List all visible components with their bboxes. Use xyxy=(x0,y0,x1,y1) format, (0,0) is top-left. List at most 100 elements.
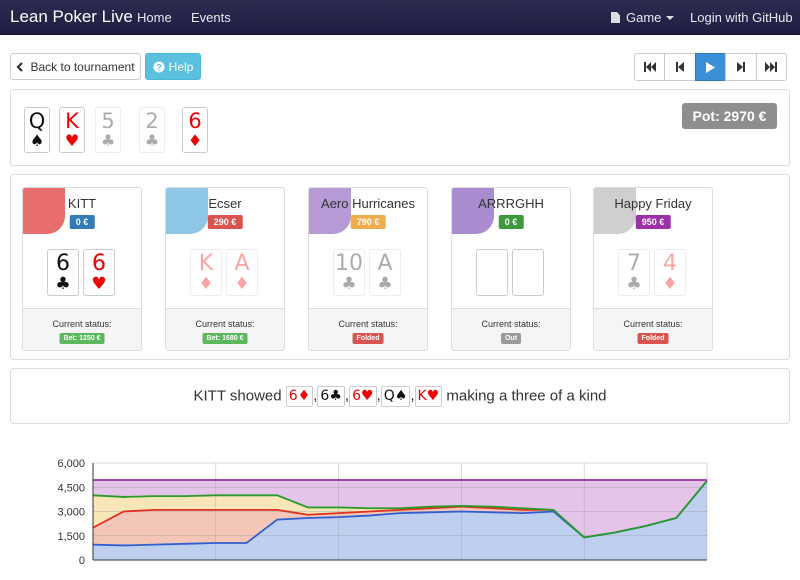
showdown-card: 6♦ xyxy=(285,386,314,407)
hole-card: A ♦ xyxy=(226,249,258,296)
board-panel: Q ♠ K ♥ 5 ♣ 2 ♣ 6 ♦ Pot: 2970 € xyxy=(10,89,790,166)
svg-text:?: ? xyxy=(156,62,162,72)
card-rank: K xyxy=(417,388,427,404)
nav-events[interactable]: Events xyxy=(191,10,231,25)
player-name: ARRRGHH xyxy=(478,196,544,211)
card-suit: ♦ xyxy=(662,274,678,294)
player-status-footer: Current status: Bet: 1680 € xyxy=(166,308,284,350)
card-suit: ♥ xyxy=(91,274,107,294)
player-avatar xyxy=(309,188,351,234)
player-name: Aero Hurricanes xyxy=(321,196,415,211)
card-rank: 2 xyxy=(145,109,159,133)
step-forward-icon xyxy=(736,62,745,72)
chip-stack-chart: 0 1,500 3,000 4,500 6,000 xyxy=(57,458,708,567)
help-button[interactable]: ? Help xyxy=(145,53,201,80)
card-rank: K xyxy=(198,251,214,276)
separator: , xyxy=(410,387,415,405)
card-rank: A xyxy=(377,251,393,276)
back-to-tournament-button[interactable]: Back to tournament xyxy=(10,53,141,80)
hole-card: 6 ♥ xyxy=(83,249,115,296)
card-rank: 6 xyxy=(188,109,202,133)
brand-link[interactable]: Lean Poker Live xyxy=(10,7,133,27)
card-suit: ♦ xyxy=(187,131,203,150)
nav-home[interactable]: Home xyxy=(137,10,172,25)
nav-login[interactable]: Login with GitHub xyxy=(690,10,793,25)
player-box: Ecser 290 € K ♦ A ♦ Current status: Bet: 1680 € xyxy=(165,187,285,351)
showdown-cards: 6♦, 6♣, 6♥, Q♠, K♥ xyxy=(285,386,443,407)
card-rank: Q xyxy=(28,109,46,133)
status-label: Current status: xyxy=(481,319,541,329)
player-avatar xyxy=(594,188,636,234)
chevron-left-icon xyxy=(16,61,24,72)
card-rank: 6 xyxy=(288,388,298,404)
card-rank: 6 xyxy=(320,388,330,404)
card-rank: 7 xyxy=(627,251,641,276)
player-stack-badge: 290 € xyxy=(207,215,243,229)
showdown-result: making a three of a kind xyxy=(446,387,607,405)
board-card: Q ♠ xyxy=(24,107,50,153)
player-avatar xyxy=(166,188,208,234)
card-suit: ♥ xyxy=(426,388,440,404)
player-status-footer: Current status: Bet: 1250 € xyxy=(23,308,141,350)
card-suit: ♣ xyxy=(329,388,342,404)
player-box: Happy Friday 950 €7 ♣ 4 ♦ Current status: Fold… xyxy=(593,187,713,351)
prev-step-button[interactable] xyxy=(664,53,696,81)
first-step-button[interactable] xyxy=(634,53,666,81)
status-label: Current status: xyxy=(195,319,255,329)
showdown-verb: showed xyxy=(229,387,282,405)
status-label: Current status: xyxy=(338,319,398,329)
navbar: Lean Poker Live Home Events Game Login w… xyxy=(0,0,800,35)
fast-backward-icon xyxy=(643,62,656,72)
playback-controls xyxy=(634,53,791,81)
y-tick-label: 4,500 xyxy=(57,482,85,494)
hidden-card xyxy=(512,249,544,296)
hole-card: 4 ♦ xyxy=(654,249,686,296)
nav-game-dropdown[interactable]: Game xyxy=(611,10,675,25)
player-avatar xyxy=(452,188,494,234)
player-box: KITT 0 €6 ♣ 6 ♥ Current status: Bet: 1250 € xyxy=(22,187,142,351)
showdown-panel: KITT showed 6♦, 6♣, 6♥, Q♠, K♥ making a thre… xyxy=(10,368,790,424)
hidden-card xyxy=(476,249,508,296)
player-stack-badge: 0 € xyxy=(498,215,524,229)
card-rank: 5 xyxy=(101,109,115,133)
card-suit: ♣ xyxy=(341,274,357,294)
nav-game-label: Game xyxy=(626,10,662,25)
card-suit: ♦ xyxy=(198,274,214,294)
last-step-button[interactable] xyxy=(755,53,787,81)
card-suit: ♣ xyxy=(144,131,160,150)
card-suit: ♥ xyxy=(361,388,374,404)
showdown-card: 6♣ xyxy=(317,386,345,407)
status-label: Current status: xyxy=(623,319,683,329)
card-rank: 6 xyxy=(56,251,70,276)
hole-card: K ♦ xyxy=(190,249,222,296)
player-avatar xyxy=(23,188,65,234)
hole-card: 10 ♣ xyxy=(333,249,365,296)
player-stack-badge: 0 € xyxy=(69,215,95,229)
play-button[interactable] xyxy=(694,53,727,81)
card-rank: 4 xyxy=(663,251,677,276)
status-badge: Folded xyxy=(637,333,669,344)
player-status-footer: Current status: Folded xyxy=(309,308,427,350)
card-suit: ♣ xyxy=(100,131,116,150)
player-name: Ecser xyxy=(208,196,242,211)
card-suit: ♦ xyxy=(234,274,250,294)
next-step-button[interactable] xyxy=(725,53,757,81)
pot-badge: Pot: 2970 € xyxy=(682,103,777,129)
player-status-footer: Current status: Out xyxy=(452,308,570,350)
showdown-card: Q♠ xyxy=(380,386,411,407)
card-rank: 6 xyxy=(92,251,106,276)
card-suit: ♠ xyxy=(29,131,45,150)
card-suit: ♣ xyxy=(626,274,642,294)
status-label: Current status: xyxy=(52,319,112,329)
player-box: ARRRGHH 0 € Current status: Out xyxy=(451,187,571,351)
y-tick-label: 1,500 xyxy=(57,531,85,543)
board-card: 6 ♦ xyxy=(182,107,208,153)
showdown-card: K♥ xyxy=(414,386,443,407)
y-tick-label: 3,000 xyxy=(57,507,85,519)
player-status-footer: Current status: Folded xyxy=(594,308,712,350)
y-tick-label: 6,000 xyxy=(57,458,85,470)
card-suit: ♥ xyxy=(64,131,80,150)
play-icon xyxy=(705,61,715,73)
y-tick-label: 0 xyxy=(79,555,85,567)
card-rank: 6 xyxy=(352,388,361,404)
